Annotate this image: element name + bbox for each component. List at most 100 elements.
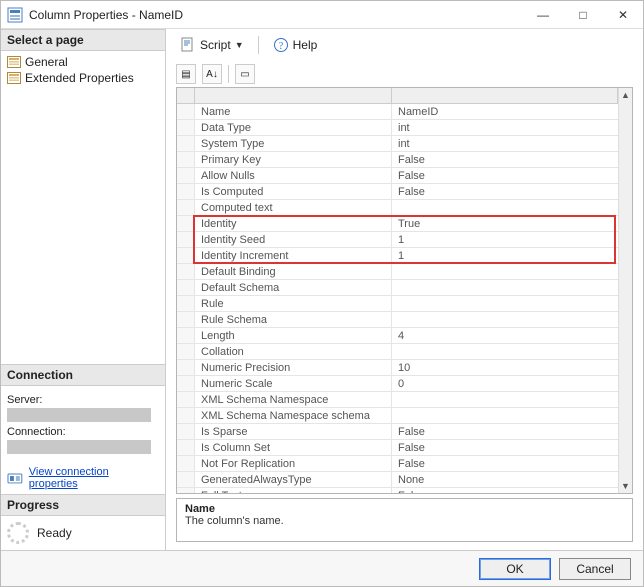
property-name: Numeric Scale (195, 376, 392, 391)
property-row[interactable]: Collation (177, 344, 618, 360)
page-list: GeneralExtended Properties (1, 51, 165, 89)
property-value[interactable] (392, 280, 618, 295)
property-name: Allow Nulls (195, 168, 392, 183)
dialog-footer: OK Cancel (1, 550, 643, 586)
property-value[interactable] (392, 392, 618, 407)
connection-body: Server: Connection: View connection prop… (1, 386, 165, 494)
property-value[interactable]: 1 (392, 232, 618, 247)
property-value[interactable]: 1 (392, 248, 618, 263)
scroll-down-button[interactable]: ▼ (619, 479, 633, 493)
property-value[interactable]: False (392, 440, 618, 455)
property-value[interactable]: NameID (392, 104, 618, 119)
property-value[interactable]: False (392, 424, 618, 439)
page-item-general[interactable]: General (3, 54, 163, 70)
left-panel: Select a page GeneralExtended Properties… (1, 29, 166, 550)
property-name: Computed text (195, 200, 392, 215)
property-value[interactable] (392, 312, 618, 327)
script-dropdown-icon: ▼ (235, 40, 244, 50)
property-value[interactable]: 10 (392, 360, 618, 375)
server-value (7, 408, 151, 422)
property-row[interactable]: Identity Seed1 (177, 232, 618, 248)
property-row[interactable]: Rule (177, 296, 618, 312)
property-row[interactable]: Identity Increment1 (177, 248, 618, 264)
connection-header: Connection (1, 364, 165, 386)
property-name: Default Binding (195, 264, 392, 279)
property-value[interactable] (392, 200, 618, 215)
grid-header (177, 88, 618, 104)
property-row[interactable]: Numeric Precision10 (177, 360, 618, 376)
property-value[interactable]: False (392, 184, 618, 199)
connection-properties-icon (7, 470, 23, 486)
property-value[interactable]: True (392, 216, 618, 231)
alphabetical-button[interactable]: A↓ (202, 64, 222, 84)
titlebar: Column Properties - NameID — □ ✕ (1, 1, 643, 29)
property-row[interactable]: Is ComputedFalse (177, 184, 618, 200)
close-button[interactable]: ✕ (603, 1, 643, 29)
property-row[interactable]: XML Schema Namespace schema (177, 408, 618, 424)
scroll-up-button[interactable]: ▲ (619, 88, 633, 102)
ok-button[interactable]: OK (479, 558, 551, 580)
property-row[interactable]: Not For ReplicationFalse (177, 456, 618, 472)
maximize-button[interactable]: □ (563, 1, 603, 29)
property-value[interactable] (392, 264, 618, 279)
page-icon (7, 56, 21, 68)
property-grid: NameNameIDData TypeintSystem TypeintPrim… (176, 87, 633, 494)
property-row[interactable]: Is Column SetFalse (177, 440, 618, 456)
property-name: Default Schema (195, 280, 392, 295)
property-row[interactable]: Computed text (177, 200, 618, 216)
property-row[interactable]: Default Binding (177, 264, 618, 280)
cancel-button[interactable]: Cancel (559, 558, 631, 580)
dialog-body: Select a page GeneralExtended Properties… (1, 29, 643, 550)
property-value[interactable]: int (392, 136, 618, 151)
view-connection-properties-link[interactable]: View connection properties (7, 466, 159, 490)
minimize-button[interactable]: — (523, 1, 563, 29)
property-row[interactable]: System Typeint (177, 136, 618, 152)
page-item-extended-properties[interactable]: Extended Properties (3, 70, 163, 86)
svg-text:?: ? (278, 41, 283, 52)
property-row[interactable]: GeneratedAlwaysTypeNone (177, 472, 618, 488)
progress-status: Ready (37, 526, 72, 540)
right-panel: Script ▼ ? Help ▤ A↓ ▭ (166, 29, 643, 550)
property-row[interactable]: Length4 (177, 328, 618, 344)
property-row[interactable]: XML Schema Namespace (177, 392, 618, 408)
help-button[interactable]: ? Help (269, 35, 322, 55)
property-row[interactable]: Rule Schema (177, 312, 618, 328)
property-row[interactable]: Numeric Scale0 (177, 376, 618, 392)
vertical-scrollbar[interactable]: ▲ ▼ (618, 88, 632, 493)
page-item-label: General (25, 55, 68, 69)
property-row[interactable]: Primary KeyFalse (177, 152, 618, 168)
property-name: Numeric Precision (195, 360, 392, 375)
property-value[interactable]: False (392, 152, 618, 167)
property-value[interactable]: 0 (392, 376, 618, 391)
property-value[interactable]: int (392, 120, 618, 135)
connection-value (7, 440, 151, 454)
property-name: GeneratedAlwaysType (195, 472, 392, 487)
properties-pages-button[interactable]: ▭ (235, 64, 255, 84)
property-value[interactable] (392, 296, 618, 311)
property-row[interactable]: Data Typeint (177, 120, 618, 136)
script-button[interactable]: Script ▼ (176, 35, 248, 55)
window-controls: — □ ✕ (523, 1, 643, 29)
property-value[interactable] (392, 408, 618, 423)
property-name: Primary Key (195, 152, 392, 167)
property-value[interactable]: False (392, 488, 618, 493)
property-name: Rule Schema (195, 312, 392, 327)
script-icon (180, 37, 196, 53)
property-row[interactable]: Is SparseFalse (177, 424, 618, 440)
property-name: Identity (195, 216, 392, 231)
property-row[interactable]: Full TextFalse (177, 488, 618, 493)
progress-body: Ready (1, 516, 165, 550)
property-name: System Type (195, 136, 392, 151)
property-value[interactable] (392, 344, 618, 359)
property-row[interactable]: Default Schema (177, 280, 618, 296)
property-value[interactable]: 4 (392, 328, 618, 343)
property-value[interactable]: False (392, 456, 618, 471)
categorized-button[interactable]: ▤ (176, 64, 196, 84)
view-connection-properties-label: View connection properties (29, 466, 159, 490)
property-value[interactable]: None (392, 472, 618, 487)
property-row[interactable]: Allow NullsFalse (177, 168, 618, 184)
property-name: XML Schema Namespace (195, 392, 392, 407)
property-row[interactable]: IdentityTrue (177, 216, 618, 232)
property-value[interactable]: False (392, 168, 618, 183)
property-row[interactable]: NameNameID (177, 104, 618, 120)
